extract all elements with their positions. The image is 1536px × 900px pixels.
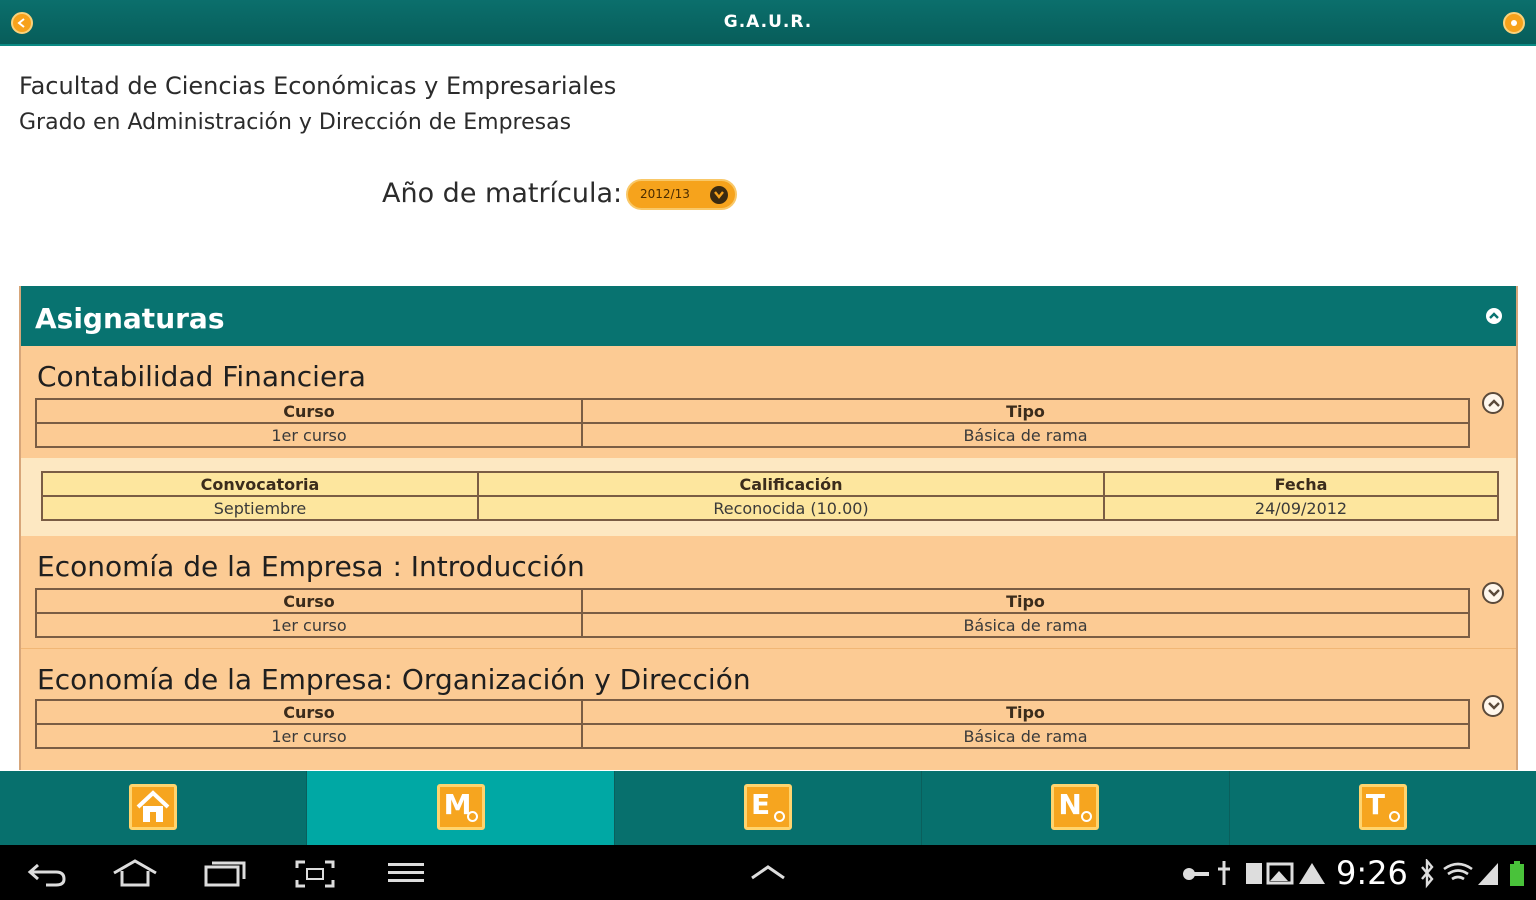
menu-icon[interactable] <box>386 859 426 887</box>
chevron-down-icon <box>710 186 728 204</box>
tab-home[interactable] <box>0 771 308 845</box>
subject-info-table: Curso Tipo 1er curso Básica de rama <box>35 588 1470 638</box>
year-label: Año de matrícula: <box>382 178 623 209</box>
table-cell: 24/09/2012 <box>1103 495 1499 521</box>
subject-name: Economía de la Empresa : Introducción <box>37 550 585 583</box>
subject-info-table: Curso Tipo 1er curso Básica de rama <box>35 699 1470 749</box>
section-title: Asignaturas <box>35 302 225 335</box>
subject-item[interactable]: Economía de la Empresa : Introducción Cu… <box>21 536 1516 648</box>
table-cell: 1er curso <box>35 723 583 749</box>
year-select[interactable]: 2012/13 <box>626 179 737 210</box>
table-cell: 1er curso <box>35 422 583 448</box>
faculty-title: Facultad de Ciencias Económicas y Empres… <box>19 72 617 100</box>
table-cell: Básica de rama <box>581 723 1470 749</box>
column-header: Fecha <box>1103 471 1499 497</box>
subject-detail: Convocatoria Calificación Fecha Septiemb… <box>21 458 1516 536</box>
column-header: Curso <box>35 699 583 725</box>
magnifier-icon <box>466 811 478 822</box>
subjects-section: Asignaturas Contabilidad Financiera Curs… <box>19 286 1518 770</box>
action-bar: G.A.U.R. <box>0 0 1536 46</box>
chevron-down-icon[interactable] <box>1482 695 1504 717</box>
collapse-up-icon[interactable] <box>1486 308 1502 324</box>
magnifier-icon <box>774 811 786 822</box>
app-title: G.A.U.R. <box>723 12 813 32</box>
chevron-down-icon[interactable] <box>1482 582 1504 604</box>
tab-e[interactable]: E <box>615 771 923 845</box>
tab-n[interactable]: N <box>922 771 1230 845</box>
degree-title: Grado en Administración y Dirección de E… <box>19 110 572 135</box>
subjects-section-header[interactable]: Asignaturas <box>21 286 1516 346</box>
connectivity-icons <box>1421 859 1524 889</box>
column-header: Tipo <box>581 588 1470 614</box>
column-header: Calificación <box>477 471 1105 497</box>
column-header: Convocatoria <box>41 471 479 497</box>
column-header: Curso <box>35 398 583 424</box>
t-search-icon: T <box>1358 784 1407 830</box>
column-header: Curso <box>35 588 583 614</box>
n-search-icon: N <box>1051 784 1100 830</box>
subject-info-table: Curso Tipo 1er curso Básica de rama <box>35 398 1470 448</box>
back-nav-icon[interactable] <box>26 859 68 887</box>
table-cell: 1er curso <box>35 612 583 638</box>
table-cell: Básica de rama <box>581 422 1470 448</box>
magnifier-icon <box>1081 811 1093 822</box>
e-search-icon: E <box>744 784 793 830</box>
home-nav-icon[interactable] <box>110 859 160 887</box>
m-search-icon: M <box>436 784 485 830</box>
tab-t[interactable]: T <box>1230 771 1536 845</box>
status-clock: 9:26 <box>1336 854 1408 892</box>
detail-table: Convocatoria Calificación Fecha Septiemb… <box>41 471 1499 521</box>
subject-name: Contabilidad Financiera <box>37 360 366 393</box>
system-navigation-bar: 9:26 <box>0 845 1536 900</box>
column-header: Tipo <box>581 398 1470 424</box>
exit-circle-icon[interactable] <box>1503 12 1525 34</box>
tab-m[interactable]: M <box>307 771 615 845</box>
table-cell: Septiembre <box>41 495 479 521</box>
chevron-up-icon[interactable] <box>748 863 788 881</box>
table-cell: Reconocida (10.00) <box>477 495 1105 521</box>
collapse-up-icon[interactable] <box>1482 392 1504 414</box>
home-icon <box>129 784 178 830</box>
column-header: Tipo <box>581 699 1470 725</box>
subject-item[interactable]: Economía de la Empresa: Organización y D… <box>21 649 1516 770</box>
magnifier-icon <box>1388 811 1400 822</box>
subject-name: Economía de la Empresa: Organización y D… <box>37 663 751 696</box>
table-cell: Básica de rama <box>581 612 1470 638</box>
year-select-value: 2012/13 <box>640 187 690 201</box>
subject-item[interactable]: Contabilidad Financiera Curso Tipo 1er c… <box>21 346 1516 458</box>
recent-apps-icon[interactable] <box>202 859 248 887</box>
screenshot-icon[interactable] <box>294 859 336 889</box>
bottom-tab-bar: M E N T <box>0 771 1536 845</box>
status-icons <box>1183 861 1325 885</box>
